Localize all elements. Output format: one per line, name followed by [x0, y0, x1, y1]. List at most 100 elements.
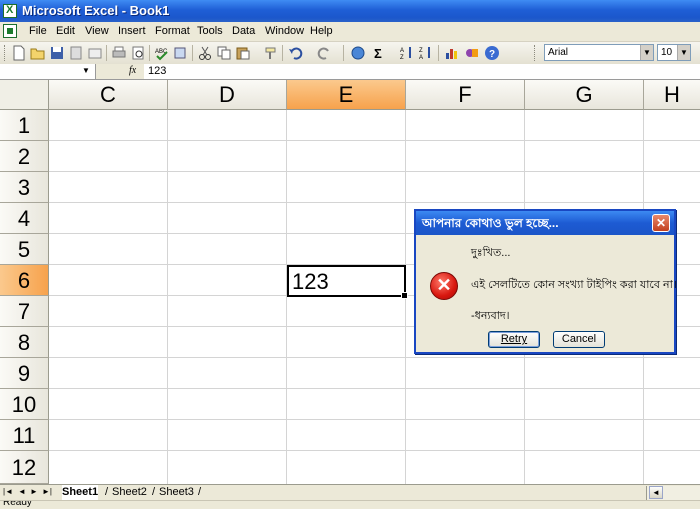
svg-text:Σ: Σ — [374, 46, 382, 61]
toolbar-grip[interactable] — [4, 45, 8, 61]
redo-icon[interactable] — [316, 45, 332, 61]
column-header-d[interactable]: D — [168, 80, 287, 110]
chart-wizard-icon[interactable] — [444, 45, 460, 61]
chevron-down-icon[interactable]: ▼ — [677, 45, 690, 60]
menu-help[interactable]: Help — [310, 25, 333, 37]
dialog-line-sorry: দুঃখিত... — [471, 247, 511, 259]
column-header-f[interactable]: F — [406, 80, 525, 110]
tab-sheet2[interactable]: Sheet2 — [112, 485, 147, 500]
first-sheet-icon[interactable]: |◄ — [3, 487, 13, 496]
cut-icon[interactable] — [197, 45, 213, 61]
paste-icon[interactable] — [235, 45, 251, 61]
error-dialog: আপনার কোথাও ভুল হচ্ছে... ✕ দুঃখিত... ✕ এ… — [414, 209, 677, 354]
tab-sheet3[interactable]: Sheet3 — [159, 485, 194, 500]
workbook-icon[interactable] — [3, 24, 17, 38]
menu-format[interactable]: Format — [155, 25, 190, 37]
autosum-icon[interactable]: Σ — [372, 45, 388, 61]
print-preview-icon[interactable] — [130, 45, 146, 61]
save-icon[interactable] — [49, 45, 65, 61]
column-header-c[interactable]: C — [49, 80, 168, 110]
tab-sheet1[interactable]: Sheet1 — [62, 485, 99, 501]
row-header-5[interactable]: 5 — [0, 234, 49, 265]
row-header-12[interactable]: 12 — [0, 451, 49, 484]
tab-sheet2-sep: / — [105, 486, 109, 498]
standard-toolbar: ABC Σ AZ ZA ? Arial ▼ 10 ▼ — [0, 42, 700, 65]
status-text: Ready — [3, 500, 32, 508]
new-icon[interactable] — [11, 45, 27, 61]
error-icon: ✕ — [430, 272, 458, 300]
svg-text:?: ? — [489, 49, 495, 60]
email-icon[interactable] — [87, 45, 103, 61]
menu-view[interactable]: View — [85, 25, 109, 37]
horizontal-scrollbar[interactable]: ◄ — [646, 486, 700, 500]
insert-function-zone: fx — [96, 64, 144, 79]
tab-end-sep: / — [198, 486, 202, 498]
insert-function-icon[interactable]: fx — [129, 65, 136, 76]
menu-file[interactable]: File — [29, 25, 47, 37]
row-header-1[interactable]: 1 — [0, 110, 49, 141]
retry-button[interactable]: Retry — [488, 331, 540, 348]
menu-tools[interactable]: Tools — [197, 25, 223, 37]
sheet-tabs-bar: |◄ ◄ ► ►| Sheet1 / Sheet2 / Sheet3 / ◄ — [0, 484, 700, 501]
svg-text:Z: Z — [419, 48, 423, 54]
name-box[interactable]: ▼ — [0, 64, 96, 79]
scroll-left-icon[interactable]: ◄ — [649, 486, 663, 499]
window-title: Microsoft Excel - Book1 — [22, 3, 170, 18]
open-icon[interactable] — [30, 45, 46, 61]
spelling-icon[interactable]: ABC — [154, 45, 170, 61]
formula-input[interactable]: 123 — [148, 65, 166, 77]
chevron-down-icon[interactable]: ▼ — [640, 45, 653, 60]
svg-text:A: A — [400, 48, 404, 54]
dialog-title-bar[interactable]: আপনার কোথাও ভুল হচ্ছে... ✕ — [416, 211, 674, 235]
font-name-select[interactable]: Arial ▼ — [544, 44, 654, 61]
row-header-7[interactable]: 7 — [0, 296, 49, 327]
row-header-8[interactable]: 8 — [0, 327, 49, 358]
row-header-3[interactable]: 3 — [0, 172, 49, 203]
row-header-9[interactable]: 9 — [0, 358, 49, 389]
row-header-10[interactable]: 10 — [0, 389, 49, 420]
row-header-2[interactable]: 2 — [0, 141, 49, 172]
dialog-message: এই সেলটিতে কোন সংখ্যা টাইপিং করা যাবে না… — [471, 279, 677, 291]
drawing-icon[interactable] — [464, 45, 480, 61]
research-icon[interactable] — [173, 45, 189, 61]
row-header-11[interactable]: 11 — [0, 420, 49, 451]
menu-window[interactable]: Window — [265, 25, 304, 37]
svg-text:A: A — [419, 55, 423, 61]
sort-descending-icon[interactable]: ZA — [418, 45, 434, 61]
copy-icon[interactable] — [216, 45, 232, 61]
close-icon[interactable]: ✕ — [652, 214, 670, 232]
last-sheet-icon[interactable]: ►| — [42, 487, 52, 496]
dialog-line-thanks: -ধন্যবাদ। — [471, 310, 510, 322]
font-size-value: 10 — [661, 47, 673, 58]
menu-insert[interactable]: Insert — [118, 25, 146, 37]
font-name-value: Arial — [548, 47, 569, 58]
active-cell-e6[interactable]: 123 — [287, 265, 408, 299]
fill-handle[interactable] — [401, 292, 408, 299]
menu-data[interactable]: Data — [232, 25, 255, 37]
toolbar-grip-formatting[interactable] — [534, 45, 538, 61]
prev-sheet-icon[interactable]: ◄ — [18, 487, 26, 496]
column-header-g[interactable]: G — [525, 80, 644, 110]
font-size-select[interactable]: 10 ▼ — [657, 44, 691, 61]
permission-icon[interactable] — [68, 45, 84, 61]
next-sheet-icon[interactable]: ► — [30, 487, 38, 496]
column-header-e[interactable]: E — [287, 80, 406, 110]
menu-edit[interactable]: Edit — [56, 25, 75, 37]
cancel-button[interactable]: Cancel — [553, 331, 605, 348]
print-icon[interactable] — [111, 45, 127, 61]
help-icon[interactable]: ? — [484, 45, 500, 61]
title-bar: Microsoft Excel - Book1 — [0, 0, 700, 22]
format-painter-icon[interactable] — [263, 45, 279, 61]
row-header-6[interactable]: 6 — [0, 265, 49, 296]
dialog-title: আপনার কোথাও ভুল হচ্ছে... — [422, 216, 559, 230]
cell-value: 123 — [292, 269, 329, 294]
excel-icon — [3, 4, 17, 18]
hyperlink-icon[interactable] — [350, 45, 366, 61]
select-all-corner[interactable] — [0, 80, 49, 110]
row-header-4[interactable]: 4 — [0, 203, 49, 234]
undo-icon[interactable] — [288, 45, 304, 61]
sort-ascending-icon[interactable]: AZ — [399, 45, 415, 61]
column-header-h[interactable]: H — [644, 80, 700, 110]
svg-text:Z: Z — [400, 55, 404, 61]
chevron-down-icon[interactable]: ▼ — [82, 66, 90, 75]
